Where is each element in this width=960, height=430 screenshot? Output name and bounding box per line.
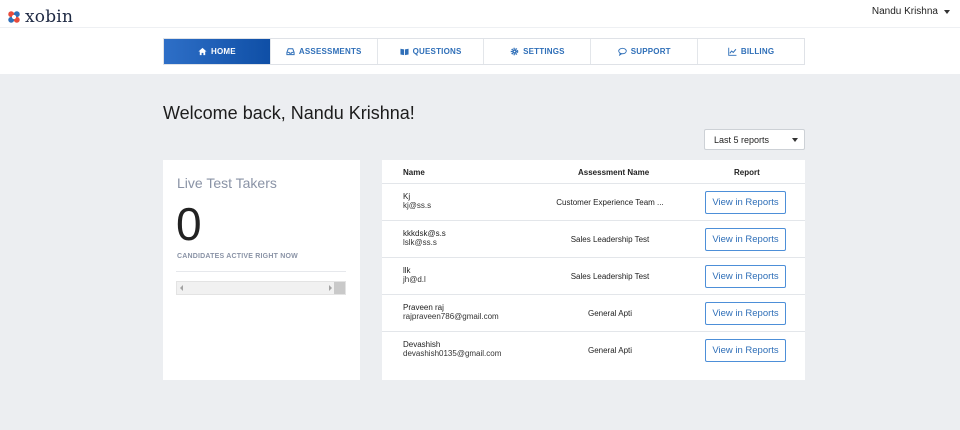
tab-questions[interactable]: QUESTIONS	[378, 39, 485, 64]
candidate-email: rajpraveen786@gmail.com	[403, 312, 499, 321]
candidate-email: kj@ss.s	[403, 201, 432, 210]
column-header-name: Name	[403, 168, 425, 177]
assessment-name: Sales Leadership Test	[570, 272, 650, 281]
table-row: kkkdsk@s.s lslk@ss.s Sales Leadership Te…	[382, 220, 805, 257]
table-row: llk jh@d.l Sales Leadership Test View in…	[382, 257, 805, 294]
scroll-right-arrow-icon[interactable]	[329, 285, 332, 291]
chart-icon	[728, 47, 737, 56]
candidate-name: Kj	[403, 192, 411, 201]
live-caption: CANDIDATES ACTIVE RIGHT NOW	[177, 253, 298, 260]
assessment-name: General Apti	[587, 309, 633, 318]
chevron-down-icon	[944, 9, 950, 14]
recent-reports-table: Name Assessment Name Report Kj kj@ss.s C…	[382, 160, 805, 380]
tab-assessments-label: ASSESSMENTS	[298, 47, 362, 56]
tab-settings-label: SETTINGS	[523, 47, 565, 56]
xobin-logo-icon	[8, 11, 20, 23]
view-in-reports-button[interactable]: View in Reports	[705, 191, 786, 214]
table-row: Praveen raj rajpraveen786@gmail.com Gene…	[382, 294, 805, 331]
gear-icon	[510, 47, 519, 56]
live-count: 0	[176, 198, 202, 250]
reports-filter-value: Last 5 reports	[714, 134, 770, 145]
chat-icon	[617, 47, 627, 56]
table-row: Kj kj@ss.s Customer Experience Team ... …	[382, 183, 805, 220]
assessment-name: Customer Experience Team ...	[556, 198, 664, 207]
live-card-title: Live Test Takers	[177, 175, 277, 191]
scrollbar-thumb[interactable]	[334, 282, 345, 294]
reports-filter-select[interactable]: Last 5 reports	[704, 129, 805, 150]
view-in-reports-button[interactable]: View in Reports	[705, 265, 786, 288]
book-icon	[400, 48, 409, 56]
horizontal-scrollbar[interactable]	[176, 281, 346, 295]
tab-support-label: SUPPORT	[630, 47, 671, 56]
assessment-name: General Apti	[587, 346, 633, 355]
view-in-reports-button[interactable]: View in Reports	[705, 302, 786, 325]
header-divider	[0, 27, 960, 28]
brand-logo[interactable]: xobin	[7, 7, 73, 27]
tab-billing-label: BILLING	[740, 47, 775, 56]
candidate-name: kkkdsk@s.s	[403, 229, 446, 238]
inbox-icon	[286, 48, 295, 56]
live-test-takers-card: Live Test Takers 0 CANDIDATES ACTIVE RIG…	[163, 160, 360, 380]
column-header-assessment: Assessment Name	[578, 168, 650, 177]
candidate-name: Devashish	[403, 340, 441, 349]
tab-billing[interactable]: BILLING	[698, 39, 804, 64]
candidate-email: jh@d.l	[403, 275, 426, 284]
tab-home[interactable]: HOME	[164, 39, 271, 64]
home-icon	[198, 47, 207, 56]
tab-assessments[interactable]: ASSESSMENTS	[271, 39, 378, 64]
top-header: xobin Nandu Krishna HOME ASSESSMENTS QUE…	[0, 0, 960, 74]
tab-questions-label: QUESTIONS	[412, 47, 462, 56]
tab-settings[interactable]: SETTINGS	[484, 39, 592, 64]
user-menu[interactable]: Nandu Krishna	[872, 6, 950, 17]
column-header-report: Report	[734, 168, 760, 177]
chevron-down-icon	[792, 138, 798, 142]
candidate-name: llk	[403, 266, 411, 275]
assessment-name: Sales Leadership Test	[570, 235, 650, 244]
page-title: Welcome back, Nandu Krishna!	[163, 103, 415, 123]
tab-home-label: HOME	[211, 47, 236, 56]
main-nav: HOME ASSESSMENTS QUESTIONS SETTINGS SUPP…	[163, 38, 805, 65]
candidate-email: devashish0135@gmail.com	[403, 349, 502, 358]
divider	[176, 271, 346, 272]
view-in-reports-button[interactable]: View in Reports	[705, 228, 786, 251]
user-name: Nandu Krishna	[871, 6, 938, 17]
candidate-email: lslk@ss.s	[403, 238, 437, 247]
scroll-left-arrow-icon[interactable]	[180, 285, 183, 291]
table-row: Devashish devashish0135@gmail.com Genera…	[382, 331, 805, 368]
brand-name: xobin	[25, 7, 74, 27]
candidate-name: Praveen raj	[403, 303, 444, 312]
view-in-reports-button[interactable]: View in Reports	[705, 339, 786, 362]
tab-support[interactable]: SUPPORT	[591, 39, 699, 64]
